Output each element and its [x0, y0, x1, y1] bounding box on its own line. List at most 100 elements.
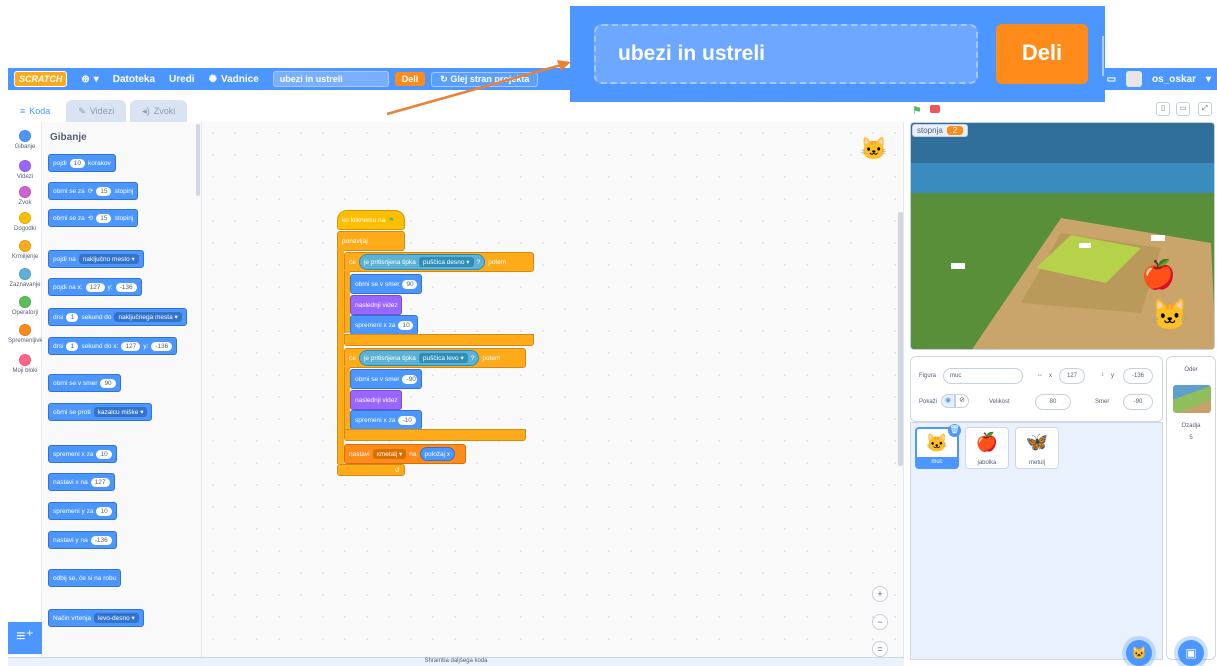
tab-costumes[interactable]: ✎ Videzi — [66, 100, 127, 122]
tab-sounds[interactable]: ◂) Zvoki — [130, 100, 188, 122]
palette-block-rotation-style[interactable]: Način vrtenja levo-desno ▾ — [48, 609, 144, 627]
point-direction-block[interactable]: obrni se v smer 90 — [350, 274, 422, 294]
choose-sprite-button[interactable]: 🐱 — [1126, 640, 1152, 666]
large-stage-icon[interactable]: ▭ — [1176, 102, 1190, 116]
next-costume-block[interactable]: naslednji videz — [350, 390, 402, 410]
palette-block-move[interactable]: pojdi 10 korakov — [48, 154, 116, 172]
project-title-input[interactable]: ubezi in ustreli — [272, 71, 389, 87]
palette-block-glide-to[interactable]: drsi 1 sekund do naključnega mesta ▾ — [48, 308, 187, 326]
scratch-logo[interactable]: SCRATCH — [14, 71, 68, 87]
palette-scrollbar[interactable] — [196, 124, 200, 196]
change-x-block[interactable]: spremeni x za -10 — [350, 410, 422, 430]
if-right-block[interactable]: če je pritisnjena tipka puščica desno ▾? po… — [344, 252, 534, 272]
palette-block-point-towards[interactable]: obrni se proti kazalcu miške ▾ — [48, 403, 153, 421]
palette-block-turn-left[interactable]: obrni se za ⟲ 15 stopinj — [48, 209, 139, 227]
block-input[interactable]: 15 — [96, 186, 112, 196]
block-input[interactable]: -136 — [90, 535, 112, 545]
file-menu[interactable]: Datoteka — [113, 74, 155, 85]
palette-block-change-y[interactable]: spremeni y za 10 — [48, 502, 117, 520]
zoom-out-icon[interactable]: − — [872, 614, 888, 630]
direction-input[interactable]: -90 — [1123, 394, 1153, 410]
palette-block-point-direction[interactable]: obrni se v smer 90 — [48, 374, 121, 392]
block-input[interactable]: 127 — [90, 477, 110, 487]
script-scrollbar[interactable] — [898, 212, 903, 466]
block-input[interactable]: 15 — [96, 213, 112, 223]
small-stage-icon[interactable]: ▯ — [1156, 102, 1170, 116]
folder-icon[interactable]: ▭ — [1107, 74, 1116, 85]
y-input[interactable]: -136 — [1123, 368, 1153, 384]
when-flag-clicked-block[interactable]: ko kliknemo na ⚑ — [337, 210, 405, 230]
palette-block-bounce[interactable]: odbij se, če si na robu — [48, 569, 122, 587]
category-variables[interactable]: Spremenljivke — [8, 324, 46, 344]
block-input[interactable]: 1 — [66, 341, 79, 351]
fullscreen-icon[interactable]: ⤢ — [1198, 102, 1212, 116]
block-input[interactable]: -90 — [402, 374, 417, 384]
block-input[interactable]: 1 — [66, 312, 79, 322]
sprite-thumb-metulj[interactable]: 🦋 metulj — [1015, 427, 1059, 469]
category-motion[interactable]: Gibanje — [8, 130, 42, 150]
avatar[interactable] — [1126, 71, 1143, 87]
palette-block-change-x[interactable]: spremeni x za 10 — [48, 445, 117, 463]
sprite-thumb-muc[interactable]: 🐱 muc 🗑 — [915, 424, 961, 469]
palette-block-turn-right[interactable]: obrni se za ⟳ 15 stopinj — [48, 182, 139, 200]
x-input[interactable]: 127 — [1059, 368, 1085, 384]
category-my-blocks[interactable]: Moji bloki — [8, 354, 42, 374]
key-pressed-left[interactable]: je pritisnjena tipka puščica levo ▾? — [358, 350, 480, 366]
point-direction-block[interactable]: obrni se v smer -90 — [350, 369, 422, 389]
block-input[interactable]: 10 — [96, 506, 112, 516]
block-input[interactable]: 10 — [398, 320, 413, 330]
x-position-reporter[interactable]: položaj x — [419, 447, 456, 461]
show-icon[interactable]: ◉ — [941, 394, 955, 408]
category-control[interactable]: Krmiljenje — [8, 240, 42, 260]
script-area[interactable] — [202, 122, 904, 657]
palette-block-set-y[interactable]: nastavi y na -136 — [48, 531, 117, 549]
trash-icon[interactable]: 🗑 — [948, 424, 961, 437]
tutorials-menu[interactable]: ✺ Vadnice — [209, 74, 259, 85]
change-x-block[interactable]: spremeni x za 10 — [350, 315, 418, 335]
block-input[interactable]: 10 — [96, 449, 112, 459]
language-menu[interactable]: ⊕ ▾ — [81, 74, 98, 85]
backdrop-thumbnail[interactable] — [1173, 385, 1211, 413]
palette-block-glide-to-xy[interactable]: drsi 1 sekund do x: 127 y: -136 — [48, 337, 178, 355]
block-input[interactable]: 90 — [100, 378, 116, 388]
block-input[interactable]: -136 — [151, 341, 173, 351]
key-pressed-right[interactable]: je pritisnjena tipka puščica desno ▾? — [358, 254, 486, 270]
block-input[interactable]: 90 — [402, 279, 417, 289]
palette-block-go-to[interactable]: pojdi na naključno mesto ▾ — [48, 250, 144, 268]
block-input[interactable]: -10 — [398, 415, 416, 425]
next-costume-block[interactable]: naslednji videz — [350, 295, 402, 315]
stage[interactable]: 🍎 🐱 — [910, 122, 1215, 350]
zoom-reset-icon[interactable]: = — [872, 641, 888, 657]
forever-block[interactable]: ponavljaj — [337, 231, 405, 251]
variable-monitor[interactable]: stopnja 2 — [912, 124, 969, 137]
cat-sprite[interactable]: 🐱 — [1151, 298, 1188, 333]
sprite-name-input[interactable]: muc — [943, 368, 1023, 384]
block-dropdown[interactable]: naključnega mesta ▾ — [114, 312, 182, 322]
block-dropdown[interactable]: puščica levo ▾ — [418, 353, 468, 363]
block-input[interactable]: 10 — [69, 158, 85, 168]
see-project-page-button[interactable]: ↻ Glej stran projekta — [431, 71, 539, 87]
palette-block-go-to-xy[interactable]: pojdi na x: 127 y: -136 — [48, 278, 142, 296]
share-button[interactable]: Deli — [394, 72, 426, 86]
category-operators[interactable]: Operatorji — [8, 296, 42, 316]
choose-backdrop-button[interactable]: ▣ — [1178, 640, 1204, 666]
category-sensing[interactable]: Zaznavanje — [8, 268, 42, 288]
block-dropdown[interactable]: levo-desno ▾ — [93, 613, 139, 623]
hide-icon[interactable]: ⊘ — [955, 394, 969, 408]
block-input[interactable]: 127 — [85, 282, 105, 292]
chevron-down-icon[interactable]: ▾ — [1206, 74, 1211, 85]
category-events[interactable]: Dogodki — [8, 212, 42, 232]
if-left-block[interactable]: če je pritisnjena tipka puščica levo ▾? pot… — [344, 348, 526, 368]
set-variable-block[interactable]: nastavi xmetalj ▾ na položaj x — [344, 444, 466, 464]
block-dropdown[interactable]: puščica desno ▾ — [418, 257, 474, 267]
add-extension-button[interactable]: ≡⁺ — [8, 622, 42, 654]
tab-code[interactable]: ≡ Koda — [8, 100, 63, 122]
apple-sprite[interactable]: 🍎 — [1141, 258, 1176, 291]
stop-icon[interactable] — [930, 105, 940, 113]
zoom-in-icon[interactable]: + — [872, 586, 888, 602]
block-dropdown[interactable]: naključno mesto ▾ — [78, 254, 139, 264]
sprite-thumb-jabolka[interactable]: 🍎 jabolka — [965, 427, 1009, 469]
block-input[interactable]: -136 — [115, 282, 137, 292]
username[interactable]: os_oskar — [1152, 74, 1196, 85]
edit-menu[interactable]: Uredi — [169, 74, 195, 85]
